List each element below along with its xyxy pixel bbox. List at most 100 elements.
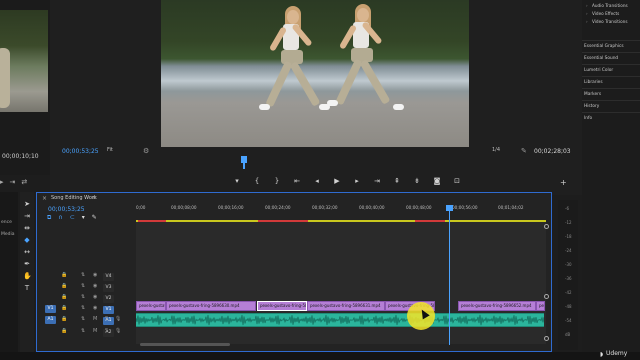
panel-libraries[interactable]: Libraries [582, 76, 640, 87]
tree-item-audio-transitions[interactable]: Audio Transitions [586, 3, 628, 8]
lift-icon[interactable]: ⇞ [392, 177, 402, 189]
project-panel-sliver: ence Media [0, 192, 18, 352]
source-insert-icon[interactable]: ⇄ [21, 178, 27, 186]
track-select-tool-icon[interactable]: ⇥ [23, 212, 31, 220]
add-marker-timeline-icon[interactable]: ▾ [82, 214, 85, 222]
sync-lock-icon[interactable]: ⇅ [81, 283, 85, 289]
export-frame-icon[interactable]: ◙ [432, 177, 442, 189]
source-step-forward-icon[interactable]: ▸ [0, 178, 4, 186]
horizontal-scrollbar[interactable] [140, 343, 230, 346]
wrench-icon[interactable]: ✎ [521, 147, 527, 155]
play-icon[interactable]: ▶ [332, 177, 342, 189]
program-playhead-icon[interactable] [241, 156, 247, 163]
track-label[interactable]: V4 [103, 273, 114, 281]
panel-history[interactable]: History [582, 100, 640, 111]
type-tool-icon[interactable]: T [23, 284, 31, 292]
lock-track-icon[interactable]: 🔒 [61, 294, 67, 300]
slip-tool-icon[interactable]: ↔ [23, 248, 31, 256]
tree-item-video-transitions[interactable]: Video Transitions [586, 19, 627, 24]
solo-icon[interactable]: S [105, 316, 108, 322]
close-sequence-icon[interactable]: × [42, 195, 47, 202]
track-label[interactable]: V1 [103, 306, 114, 314]
step-forward-icon[interactable]: ▸ [352, 177, 362, 189]
linked-selection-icon[interactable]: ⊂ [70, 214, 75, 222]
lock-track-icon[interactable]: 🔒 [61, 328, 67, 334]
mute-icon[interactable]: M [93, 328, 97, 334]
program-scrub-bar[interactable] [62, 160, 564, 168]
mute-icon[interactable]: M [93, 316, 97, 322]
extract-icon[interactable]: ⇟ [412, 177, 422, 189]
voiceover-record-icon[interactable]: 🎙 [115, 328, 121, 334]
button-editor-icon[interactable]: ⊡ [452, 177, 462, 189]
source-go-to-out-icon[interactable]: ⇥ [10, 178, 16, 186]
toggle-output-icon[interactable]: ◉ [93, 305, 97, 311]
go-to-out-icon[interactable]: ⇥ [372, 177, 382, 189]
video-clip[interactable]: pexels-gustavo-fring-1959... [136, 301, 166, 311]
toggle-output-icon[interactable]: ◉ [93, 294, 97, 300]
razor-tool-icon[interactable]: ◆ [23, 236, 31, 244]
voiceover-record-icon[interactable]: 🎙 [115, 316, 121, 322]
video-clip[interactable]: pexels-gustavo-fring-5896630.mp4 [257, 301, 307, 311]
pen-tool-icon[interactable]: ✒ [23, 260, 31, 268]
video-clip[interactable]: pexels-gustavo-fring-5896631.mp4 [307, 301, 385, 311]
hand-tool-icon[interactable]: ✋ [23, 272, 32, 280]
video-clip[interactable]: pexels-gustavo-fring-5896652.mp4 [458, 301, 536, 311]
playback-resolution-select[interactable]: 1/4 [492, 147, 500, 153]
udemy-watermark: Udemy [606, 350, 628, 357]
sequence-tab[interactable]: Song Editing Work [51, 195, 97, 201]
vertical-scrollbar[interactable] [544, 224, 549, 342]
scroll-handle-bottom[interactable] [544, 336, 549, 341]
toggle-output-icon[interactable]: ◉ [93, 272, 97, 278]
audio-clip-a1[interactable] [136, 313, 544, 327]
monitor-settings-icon[interactable]: ⚙ [143, 147, 149, 155]
media-tab-label[interactable]: Media [1, 232, 15, 237]
zoom-fit-select[interactable]: Fit [107, 147, 129, 155]
timeline-timecode[interactable]: 00;00;53;25 [48, 206, 85, 213]
project-tab-label[interactable]: ence [1, 220, 12, 225]
source-patch-video[interactable]: V1 [45, 305, 56, 313]
add-marker-icon[interactable]: ▾ [232, 177, 242, 189]
panel-markers[interactable]: Markers [582, 88, 640, 99]
video-clip[interactable]: pexels-gustavo-fring-5896630.mp4 [166, 301, 256, 311]
nest-icon[interactable]: ⧉ [47, 214, 51, 222]
scroll-handle-top[interactable] [544, 224, 549, 229]
go-to-in-icon[interactable]: ⇤ [292, 177, 302, 189]
status-bar [0, 352, 640, 360]
program-current-timecode[interactable]: 00;00;53;25 [62, 148, 99, 155]
track-label[interactable]: V2 [103, 295, 114, 303]
snap-icon[interactable]: ∩ [58, 214, 62, 222]
source-patch-audio[interactable]: A1 [45, 316, 56, 324]
selection-tool-icon[interactable]: ➤ [23, 200, 31, 208]
sync-lock-icon[interactable]: ⇅ [81, 328, 85, 334]
meter-scale-label: -48 [565, 304, 572, 309]
ruler-tick-label: 00;00;08;00 [171, 205, 197, 210]
button-editor-plus-icon[interactable]: + [560, 178, 567, 187]
ripple-edit-tool-icon[interactable]: ⇹ [23, 224, 31, 232]
mark-out-icon[interactable]: } [272, 177, 282, 189]
audio-waveform [136, 314, 544, 326]
panel-essential-graphics[interactable]: Essential Graphics [582, 40, 640, 51]
lock-track-icon[interactable]: 🔒 [61, 316, 67, 322]
source-timecode[interactable]: 00;00;10;10 [2, 153, 39, 160]
sync-lock-icon[interactable]: ⇅ [81, 294, 85, 300]
lock-track-icon[interactable]: 🔒 [61, 283, 67, 289]
panel-lumetri-color[interactable]: Lumetri Color [582, 64, 640, 75]
meter-scale-label: -18 [565, 234, 572, 239]
sync-lock-icon[interactable]: ⇅ [81, 316, 85, 322]
scroll-handle-mid[interactable] [544, 294, 549, 299]
lock-track-icon[interactable]: 🔒 [61, 272, 67, 278]
sync-lock-icon[interactable]: ⇅ [81, 272, 85, 278]
solo-icon[interactable]: S [105, 328, 108, 334]
sync-lock-icon[interactable]: ⇅ [81, 305, 85, 311]
mark-in-icon[interactable]: { [252, 177, 262, 189]
panel-info[interactable]: Info [582, 112, 640, 123]
step-back-icon[interactable]: ◂ [312, 177, 322, 189]
track-label[interactable]: V3 [103, 284, 114, 292]
tree-item-video-effects[interactable]: Video Effects [586, 11, 619, 16]
timeline-settings-icon[interactable]: ✎ [92, 214, 97, 222]
panel-essential-sound[interactable]: Essential Sound [582, 52, 640, 63]
toggle-output-icon[interactable]: ◉ [93, 283, 97, 289]
sequence-menu-icon[interactable]: ≡ [92, 195, 96, 201]
lock-track-icon[interactable]: 🔒 [61, 305, 67, 311]
track-row-a2[interactable]: 🔒 ⇅ M A2 S 🎙 [37, 328, 136, 340]
